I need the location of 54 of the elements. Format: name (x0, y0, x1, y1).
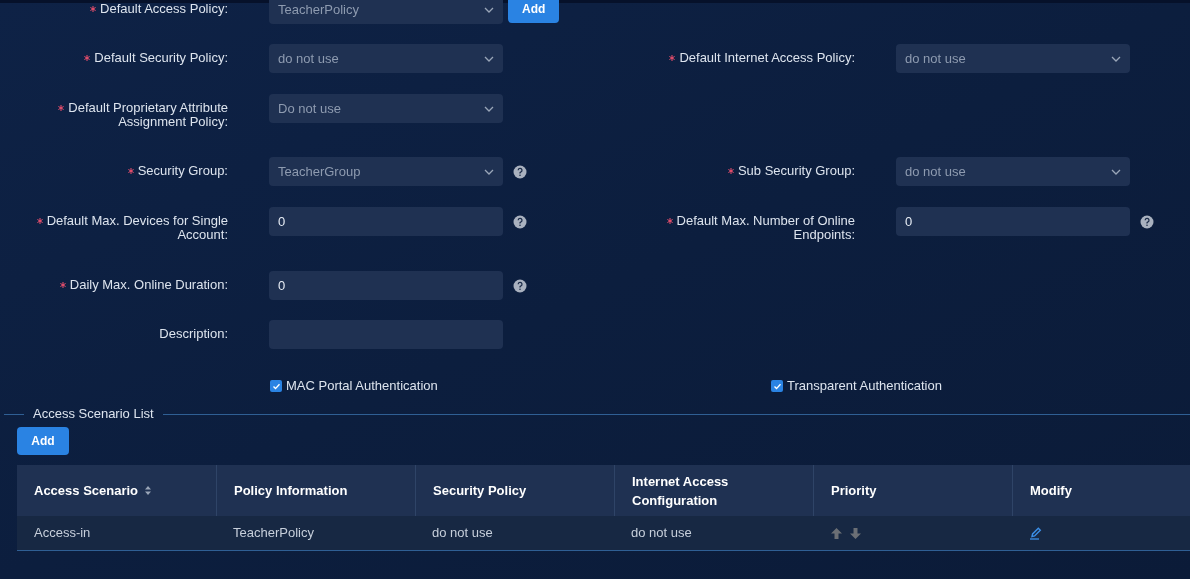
required-icon (127, 168, 134, 174)
field-label: Default Internet Access Policy: (679, 50, 855, 65)
sort-icon[interactable] (144, 485, 153, 496)
table-cell-text: Access-in (34, 524, 91, 543)
add-button[interactable]: Add (17, 427, 69, 455)
help-icon[interactable] (513, 279, 527, 293)
help-icon[interactable] (1140, 215, 1154, 229)
chevron-down-icon (484, 105, 494, 112)
move-up-icon[interactable] (830, 526, 843, 540)
field-label: Description: (159, 326, 228, 341)
checkbox[interactable] (270, 380, 282, 392)
checkbox-label[interactable]: MAC Portal Authentication (286, 376, 438, 396)
checkbox-label[interactable]: Transparent Authentication (787, 376, 942, 396)
required-icon (84, 55, 91, 61)
table-cell-text: TeacherPolicy (233, 524, 314, 543)
field-label: Daily Max. Online Duration: (69, 277, 228, 292)
select-field[interactable]: Do not use (269, 94, 503, 123)
chevron-down-icon (484, 168, 494, 175)
field-label: Default Max. Number of Online Endpoints: (676, 213, 855, 242)
required-icon (727, 168, 734, 174)
edit-icon[interactable] (1029, 526, 1043, 540)
chevron-down-icon (1111, 55, 1121, 62)
select-field[interactable]: TeacherGroup (269, 157, 503, 186)
input-field[interactable]: 0 (269, 271, 503, 300)
required-icon (59, 282, 66, 288)
column-header: Access Scenario (17, 465, 216, 516)
select-field[interactable]: do not use (896, 44, 1130, 73)
select-field[interactable]: do not use (896, 157, 1130, 186)
checkbox[interactable] (771, 380, 783, 392)
chevron-down-icon (1111, 168, 1121, 175)
required-icon (666, 218, 673, 224)
field-label: Security Group: (137, 163, 228, 178)
chevron-down-icon (484, 6, 494, 13)
required-icon (669, 55, 676, 61)
select-field[interactable]: do not use (269, 44, 503, 73)
field-label: Default Proprietary Attribute Assignment Policy: (68, 100, 228, 129)
help-icon[interactable] (513, 165, 527, 179)
field-label: Default Max. Devices for Single Account: (46, 213, 228, 242)
add-button[interactable]: Add (508, 0, 560, 23)
field-label: Default Access Policy: (100, 1, 228, 16)
chevron-down-icon (484, 55, 494, 62)
select-field[interactable]: TeacherPolicy (269, 0, 503, 24)
required-icon (90, 6, 97, 12)
table-cell-text: do not use (631, 524, 692, 543)
required-icon (58, 105, 65, 111)
required-icon (36, 218, 43, 224)
field-label: Sub Security Group: (737, 163, 855, 178)
move-down-icon[interactable] (849, 526, 862, 540)
field-label: Default Security Policy: (94, 50, 228, 65)
input-field[interactable]: 0 (269, 207, 503, 236)
table-cell-text: do not use (432, 524, 493, 543)
input-field[interactable]: 0 (896, 207, 1130, 236)
help-icon[interactable] (513, 215, 527, 229)
section-title: Access Scenario List (32, 405, 155, 424)
